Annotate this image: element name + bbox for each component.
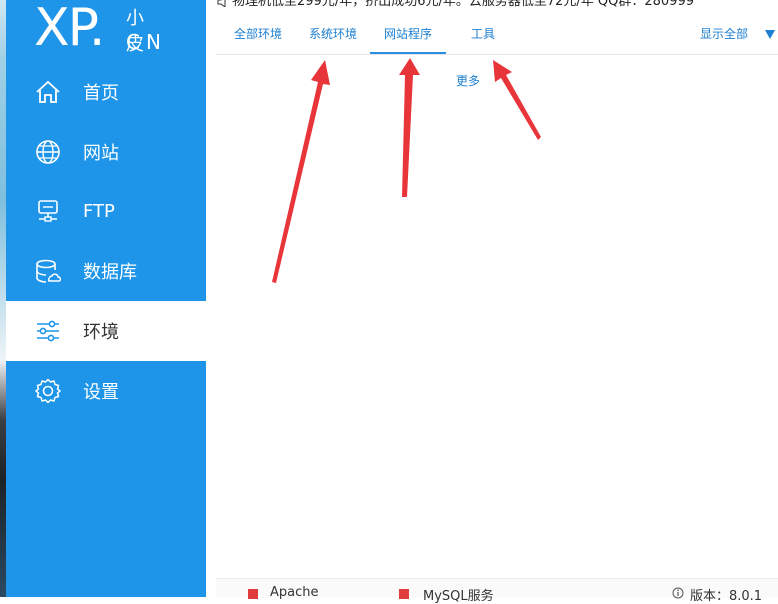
sidebar-item-label: 网站: [83, 143, 119, 164]
top-banner: 物理机低至299元/年，挤出成功6元/年。云服务器低至72元/年 QQ群：280…: [216, 0, 778, 8]
apache-status-indicator: [248, 589, 258, 599]
database-icon: [36, 259, 62, 283]
tab-bar: 全部环境 系统环境 网站程序 工具 显示全部: [216, 14, 778, 55]
gear-icon: [35, 378, 61, 404]
mysql-status-indicator: [399, 589, 409, 599]
server-icon: [38, 200, 58, 222]
sidebar-item-environment[interactable]: 环境: [6, 301, 206, 361]
sidebar-item-database[interactable]: 数据库: [6, 241, 206, 301]
dropdown-triangle-icon[interactable]: [764, 28, 776, 40]
mysql-service-label[interactable]: MySQL服务: [423, 585, 494, 604]
main-panel: 物理机低至299元/年，挤出成功6元/年。云服务器低至72元/年 QQ群：280…: [216, 0, 778, 597]
tab-system-environment[interactable]: 系统环境: [301, 14, 365, 52]
sidebar-item-label: FTP: [83, 200, 115, 222]
version-label: 版本：8.0.1: [690, 589, 763, 604]
tab-website-programs[interactable]: 网站程序: [370, 14, 446, 54]
sidebar-item-label: 设置: [83, 382, 119, 403]
sliders-icon: [37, 320, 59, 342]
banner-text: 物理机低至299元/年，挤出成功6元/年。云服务器低至72元/年 QQ群：280…: [232, 0, 694, 8]
tab-all-environments[interactable]: 全部环境: [226, 14, 290, 52]
show-all-button[interactable]: 显示全部: [700, 14, 748, 54]
logo-cn-bottom: CN: [126, 30, 167, 54]
status-bar: Apache MySQL服务 版本：8.0.1: [216, 578, 778, 604]
sidebar-item-home[interactable]: 首页: [6, 62, 206, 122]
sidebar-item-label: 首页: [83, 83, 119, 104]
logo-mark: XP.: [34, 0, 105, 58]
sidebar-item-label: 数据库: [83, 262, 137, 283]
sidebar-item-ftp[interactable]: FTP: [6, 181, 206, 241]
info-icon: [672, 587, 684, 599]
speaker-icon: [217, 0, 226, 7]
more-link[interactable]: 更多: [456, 72, 480, 89]
tab-tools[interactable]: 工具: [461, 14, 505, 52]
sidebar-item-settings[interactable]: 设置: [6, 361, 206, 421]
sidebar: XP. 小皮 CN 首页 网站 FTP 数据库 环境 设置: [6, 0, 206, 597]
home-icon: [36, 80, 60, 103]
apache-service-label[interactable]: Apache: [270, 585, 319, 600]
sidebar-item-label: 环境: [83, 322, 119, 343]
globe-icon: [36, 140, 60, 164]
sidebar-item-website[interactable]: 网站: [6, 122, 206, 182]
